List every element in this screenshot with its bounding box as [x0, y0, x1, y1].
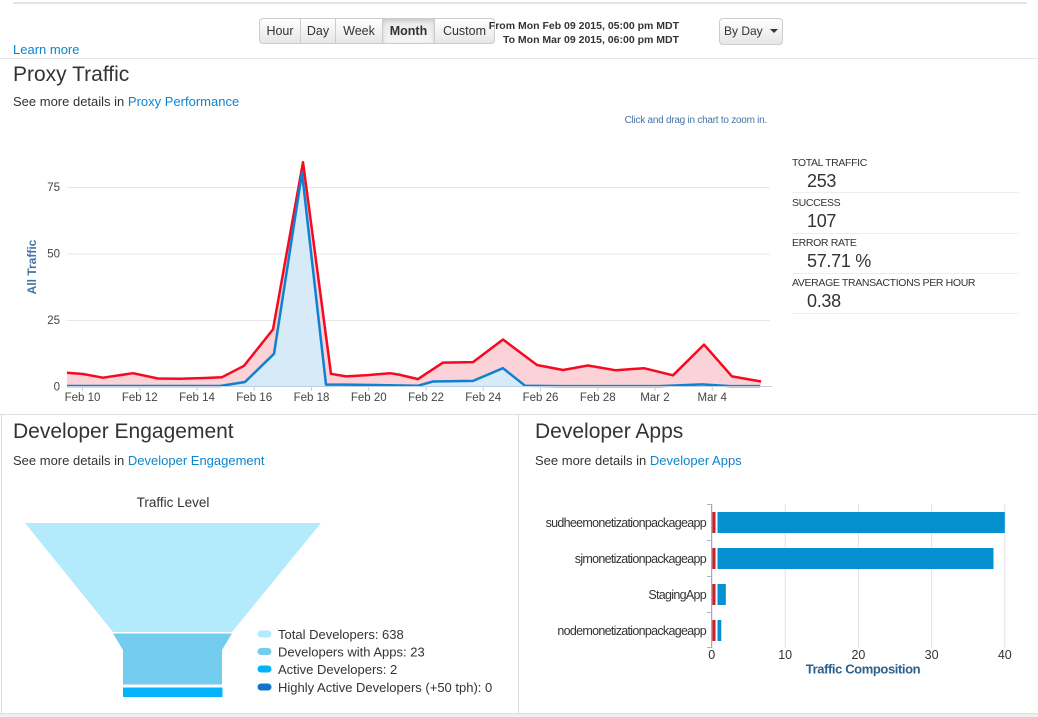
svg-text:Traffic Composition: Traffic Composition	[806, 662, 921, 677]
svg-text:0: 0	[708, 648, 715, 662]
svg-text:50: 50	[47, 249, 60, 261]
svg-text:75: 75	[47, 182, 60, 194]
svg-text:sudheemonetizationpackageapp: sudheemonetizationpackageapp	[546, 516, 707, 530]
svg-text:Total Developers: 638: Total Developers: 638	[278, 627, 404, 642]
svg-text:Feb 18: Feb 18	[294, 392, 330, 404]
svg-text:40: 40	[998, 648, 1012, 662]
svg-text:All Traffic: All Traffic	[25, 239, 39, 294]
svg-text:StagingApp: StagingApp	[648, 588, 706, 602]
svg-text:Highly Active Developers (+50: Highly Active Developers (+50 tph): 0	[278, 680, 492, 695]
svg-text:20: 20	[851, 648, 865, 662]
svg-text:25: 25	[47, 315, 60, 327]
svg-text:Feb 10: Feb 10	[65, 392, 101, 404]
svg-text:10: 10	[778, 648, 792, 662]
svg-text:Mar 4: Mar 4	[697, 392, 727, 404]
svg-text:Feb 12: Feb 12	[122, 392, 158, 404]
svg-text:Feb 16: Feb 16	[236, 392, 272, 404]
svg-text:Active Developers: 2: Active Developers: 2	[278, 662, 397, 677]
svg-text:Feb 14: Feb 14	[179, 392, 215, 404]
svg-text:Feb 22: Feb 22	[408, 392, 444, 404]
svg-text:Feb 28: Feb 28	[580, 392, 616, 404]
svg-text:Developers with Apps: 23: Developers with Apps: 23	[278, 645, 425, 660]
svg-text:sjmonetizationpackageapp: sjmonetizationpackageapp	[575, 552, 707, 566]
svg-text:nodemonetizationpackageapp: nodemonetizationpackageapp	[557, 624, 706, 638]
svg-text:Mar 2: Mar 2	[640, 392, 669, 404]
svg-text:Feb 26: Feb 26	[523, 392, 559, 404]
svg-text:30: 30	[925, 648, 939, 662]
svg-text:0: 0	[54, 382, 60, 394]
svg-text:Feb 20: Feb 20	[351, 392, 387, 404]
svg-text:Feb 24: Feb 24	[465, 392, 501, 404]
